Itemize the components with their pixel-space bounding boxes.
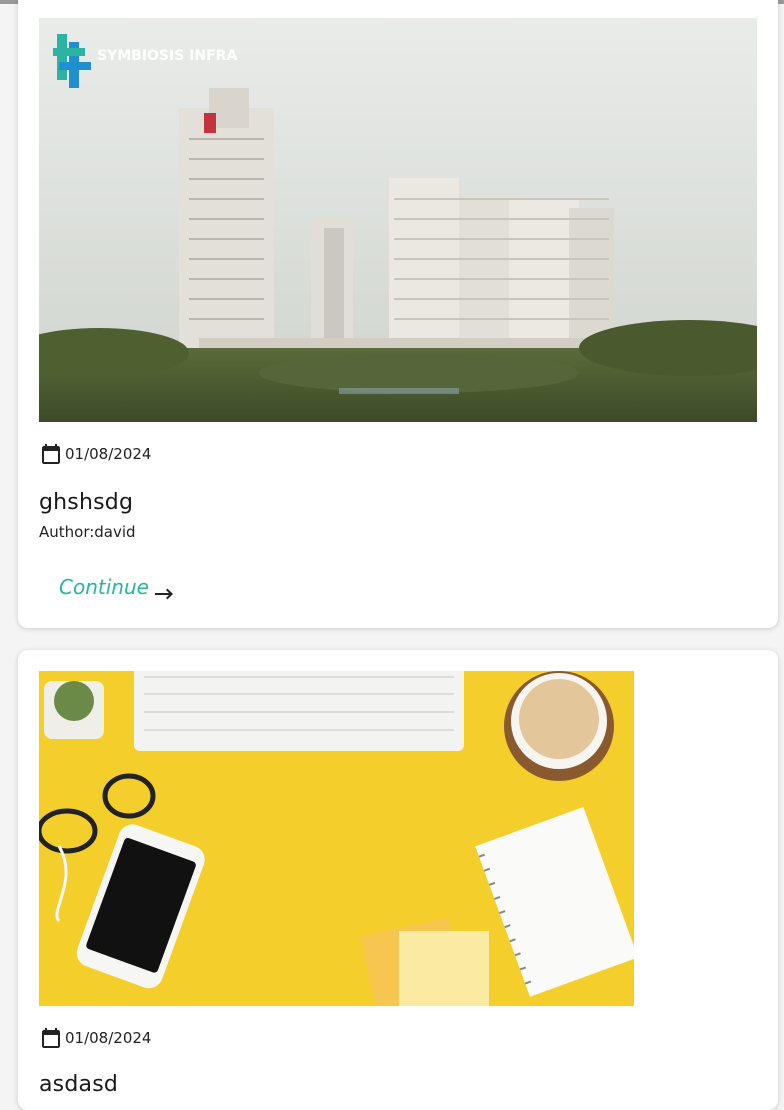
blog-card: 01/08/2024 asdasd: [18, 650, 778, 1110]
post-date: 01/08/2024: [39, 1026, 151, 1050]
post-title[interactable]: asdasd: [39, 1072, 118, 1097]
post-author: Author:david: [39, 523, 136, 541]
calendar-icon: [39, 1026, 63, 1050]
arrow-right-icon: [154, 581, 173, 600]
date-text: 01/08/2024: [65, 445, 152, 463]
continue-link[interactable]: Continue: [59, 575, 173, 600]
continue-label: Continue: [59, 575, 149, 599]
post-title[interactable]: ghshsdg: [39, 490, 133, 515]
blog-card: SYMBIOSIS INFRA 01/08/2024 ghshsdg Autho…: [18, 0, 778, 628]
logo-text: SYMBIOSIS INFRA: [97, 48, 237, 64]
post-image[interactable]: [39, 671, 634, 1006]
post-image[interactable]: SYMBIOSIS INFRA: [39, 18, 757, 422]
date-text: 01/08/2024: [65, 1029, 152, 1047]
post-date: 01/08/2024: [39, 442, 151, 466]
calendar-icon: [39, 442, 63, 466]
